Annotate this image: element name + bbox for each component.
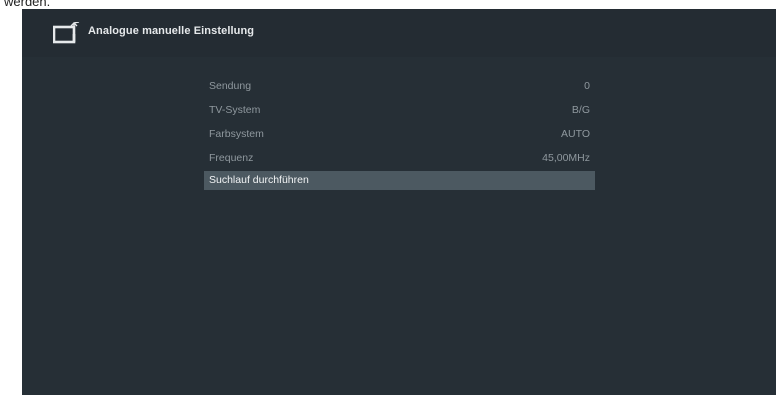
menu-item-value: 0: [584, 80, 590, 92]
header-bar: Analogue manuelle Einstellung: [22, 9, 776, 57]
menu-item-label: Farbsystem: [209, 128, 264, 140]
menu-item-label: Sendung: [209, 80, 252, 92]
page-title: Analogue manuelle Einstellung: [88, 25, 255, 37]
menu-item-label: Suchlauf durchführen: [209, 174, 309, 186]
menu-item-farbsystem[interactable]: Farbsystem AUTO: [204, 122, 595, 146]
tv-antenna-icon: [53, 22, 80, 44]
menu-item-value: 45,00MHz: [542, 152, 590, 164]
menu-item-frequenz[interactable]: Frequenz 45,00MHz: [204, 146, 595, 170]
top-cropped-text: werden.: [0, 0, 776, 9]
menu-item-suchlauf-button[interactable]: Suchlauf durchführen: [204, 171, 595, 190]
menu-item-label: Frequenz: [209, 152, 254, 164]
menu-item-value: B/G: [571, 104, 590, 116]
tv-screen: Analogue manuelle Einstellung Sendung 0 …: [22, 9, 776, 395]
menu-item-value: AUTO: [561, 128, 590, 140]
menu-item-tv-system[interactable]: TV-System B/G: [204, 98, 595, 122]
menu-item-sendung[interactable]: Sendung 0: [204, 74, 595, 98]
menu-item-label: TV-System: [209, 104, 261, 116]
settings-menu: Sendung 0 TV-System B/G Farbsystem AUTO …: [204, 74, 595, 190]
